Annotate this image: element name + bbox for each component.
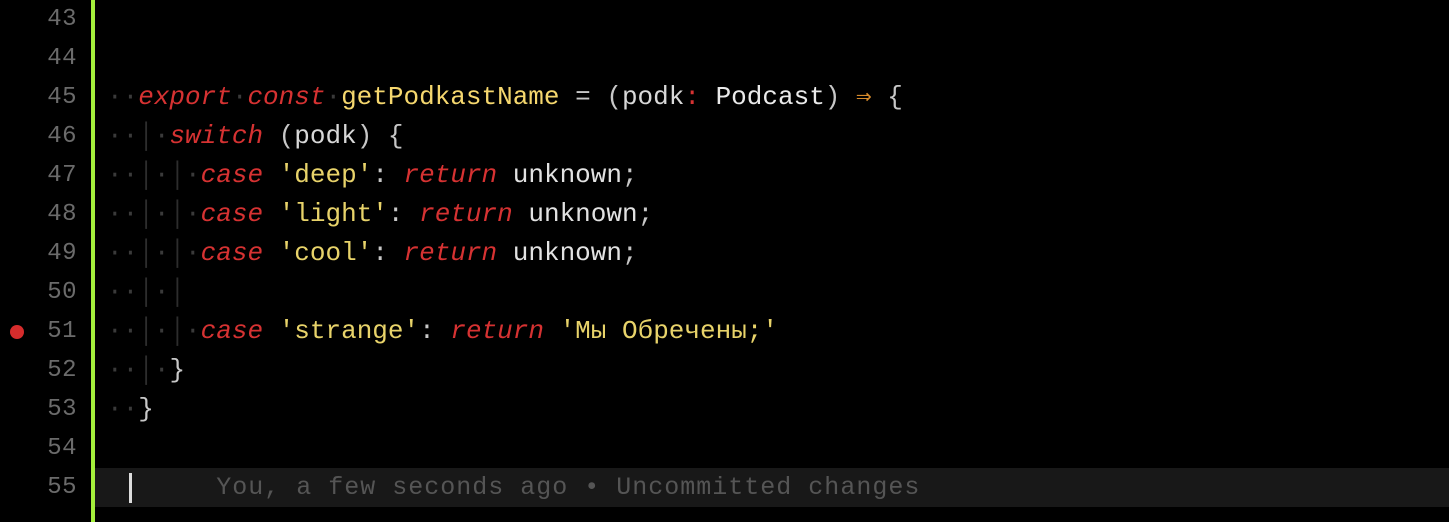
- code-line[interactable]: ··│·}: [95, 351, 1449, 390]
- line-number: 52: [0, 353, 83, 389]
- line-number: 50: [0, 275, 83, 311]
- line-number: 45: [0, 80, 83, 116]
- code-line[interactable]: [95, 429, 1449, 468]
- line-number: 46: [0, 119, 83, 155]
- keyword-switch: switch: [169, 117, 263, 156]
- keyword-return: return: [404, 156, 498, 195]
- keyword-case: case: [201, 195, 263, 234]
- function-name: getPodkastName: [341, 78, 559, 117]
- code-area[interactable]: ··export·const·getPodkastName = (podk: P…: [95, 0, 1449, 522]
- gutter: 43 44 45 46 47 48 49 50 51 52 53 54 55: [0, 0, 95, 522]
- keyword-case: case: [201, 234, 263, 273]
- code-line[interactable]: ··export·const·getPodkastName = (podk: P…: [95, 78, 1449, 117]
- type-name: Podcast: [716, 78, 825, 117]
- line-number: 49: [0, 236, 83, 272]
- line-number: 43: [0, 2, 83, 38]
- arrow-operator: ⇒: [856, 78, 872, 117]
- code-line[interactable]: ··│·│·case 'deep': return unknown;: [95, 156, 1449, 195]
- code-line[interactable]: ··│·switch (podk) {: [95, 117, 1449, 156]
- code-line[interactable]: ··│·│·case 'light': return unknown;: [95, 195, 1449, 234]
- code-line[interactable]: ··}: [95, 390, 1449, 429]
- keyword-case: case: [201, 156, 263, 195]
- git-blame-annotation: You, a few seconds ago • Uncommitted cha…: [216, 469, 920, 507]
- keyword-return: return: [419, 195, 513, 234]
- breakpoint-icon[interactable]: [10, 325, 24, 339]
- identifier: unknown: [528, 195, 637, 234]
- line-number: 54: [0, 431, 83, 467]
- keyword-const: const: [247, 78, 325, 117]
- code-line-current[interactable]: You, a few seconds ago • Uncommitted cha…: [95, 468, 1449, 507]
- line-number: 47: [0, 158, 83, 194]
- string-literal: 'strange': [279, 312, 419, 351]
- keyword-export: export: [138, 78, 232, 117]
- code-line[interactable]: ··│·│·case 'cool': return unknown;: [95, 234, 1449, 273]
- code-line[interactable]: [95, 0, 1449, 39]
- keyword-return: return: [404, 234, 498, 273]
- identifier: unknown: [513, 234, 622, 273]
- string-literal: 'Мы Обречены;': [560, 312, 778, 351]
- parameter: podk: [622, 78, 684, 117]
- code-editor[interactable]: 43 44 45 46 47 48 49 50 51 52 53 54 55 ·…: [0, 0, 1449, 522]
- line-number: 53: [0, 392, 83, 428]
- line-number: 44: [0, 41, 83, 77]
- identifier: unknown: [513, 156, 622, 195]
- code-line[interactable]: ··│·│·case 'strange': return 'Мы Обречен…: [95, 312, 1449, 351]
- line-number: 48: [0, 197, 83, 233]
- string-literal: 'light': [279, 195, 388, 234]
- code-line[interactable]: [95, 39, 1449, 78]
- keyword-return: return: [450, 312, 544, 351]
- string-literal: 'cool': [279, 234, 373, 273]
- text-cursor: [129, 473, 132, 503]
- keyword-case: case: [201, 312, 263, 351]
- line-number: 55: [0, 470, 83, 506]
- string-literal: 'deep': [279, 156, 373, 195]
- code-line[interactable]: ··│·│: [95, 273, 1449, 312]
